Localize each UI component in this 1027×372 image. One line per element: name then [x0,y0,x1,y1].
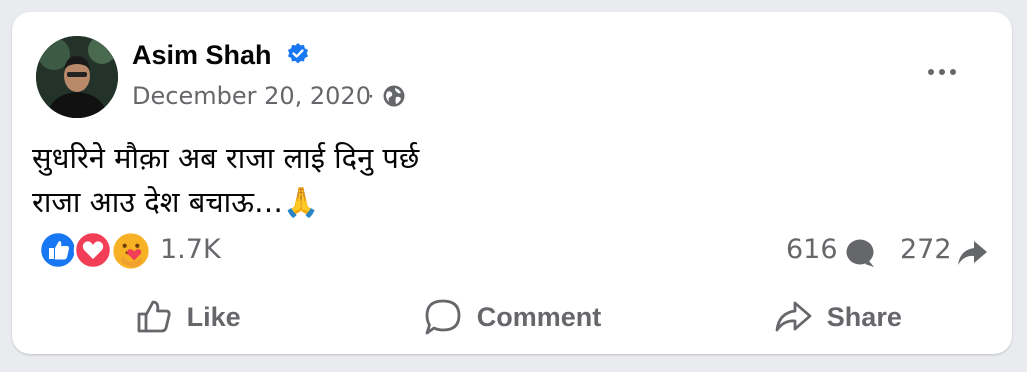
like-button[interactable]: Like [24,292,349,342]
love-reaction-icon [73,230,113,270]
thumbs-up-icon [137,300,171,333]
comment-count[interactable]: 616 [786,234,838,265]
author-name[interactable]: Asim Shah [132,40,272,71]
share-button[interactable]: Share [675,292,1000,342]
more-options-button[interactable] [918,56,966,88]
post-actions: Like Comment Share [24,292,1000,342]
like-label: Like [186,301,241,332]
comment-icon [425,299,461,335]
more-dot-icon [928,69,934,75]
verified-badge-icon [288,43,308,64]
post-text-line: राजा आउ देश बचाऊ…🙏 [32,185,320,219]
more-dot-icon [950,69,956,75]
globe-icon[interactable] [382,84,406,108]
comment-button[interactable]: Comment [349,292,674,342]
comment-bubble-icon [846,239,874,267]
post-text: सुधरिने मौक़ा अब राजा लाई दिनु पर्छ राजा… [32,136,972,224]
more-dot-icon [939,69,945,75]
post-text-line: सुधरिने मौक़ा अब राजा लाई दिनु पर्छ [32,141,420,175]
share-icon [775,301,812,332]
share-arrow-icon [958,241,987,265]
comment-label: Comment [476,301,602,332]
like-reaction-icon [38,230,78,270]
reaction-count[interactable]: 1.7K [160,234,221,265]
post-date[interactable]: December 20, 2020 [132,82,371,110]
reaction-icons[interactable] [38,230,153,272]
date-separator: · [367,82,375,109]
post-card: Asim Shah December 20, 2020 · सुधरिने मौ… [12,12,1012,354]
avatar[interactable] [36,36,118,118]
share-count[interactable]: 272 [900,234,952,265]
share-label: Share [826,301,902,332]
care-reaction-icon [110,230,152,272]
